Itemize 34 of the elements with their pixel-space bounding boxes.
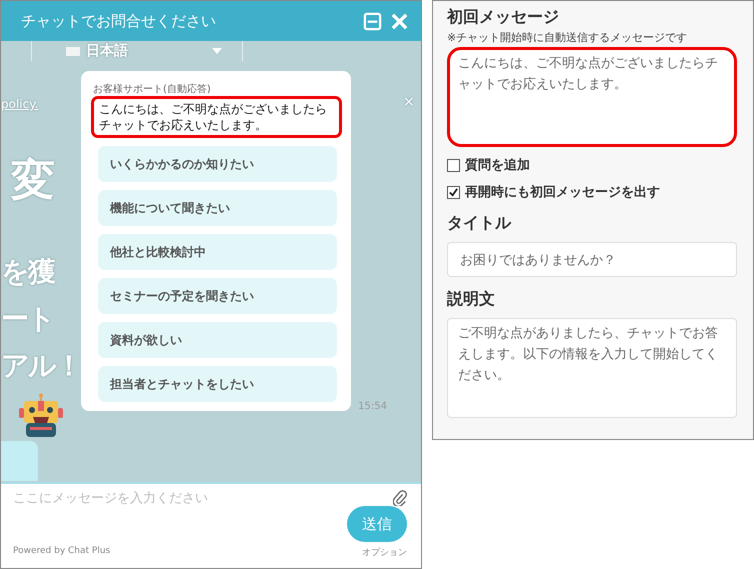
flag-icon xyxy=(66,46,80,56)
robot-icon xyxy=(17,393,65,439)
message-textarea[interactable]: こんにちは、ご不明な点がございましたらチャットでお応えいたします。 xyxy=(447,47,737,147)
powered-by-text: Powered by Chat Plus xyxy=(13,546,110,558)
section-heading: 説明文 xyxy=(447,289,496,310)
sender-name: お客様サポート(自動応答) xyxy=(93,82,212,96)
description-textarea[interactable]: ご不明な点がありましたら、チャットでお答えします。以下の情報を入力して開始してください。 xyxy=(447,318,737,418)
checkbox[interactable] xyxy=(447,186,460,198)
close-icon[interactable] xyxy=(390,12,409,30)
option-button[interactable]: 担当者とチャットをしたい xyxy=(98,366,337,402)
background-text: ート xyxy=(1,301,54,337)
checkbox-label: 質問を追加 xyxy=(465,156,530,174)
background-block xyxy=(1,441,38,481)
paperclip-icon[interactable] xyxy=(393,490,407,506)
section-heading: 初回メッセージ xyxy=(447,7,560,28)
chat-title: チャットでお問合せください xyxy=(21,12,217,30)
option-button[interactable]: 他社と比較検討中 xyxy=(98,234,337,270)
option-button[interactable]: いくらかかるのか知りたい xyxy=(98,146,337,182)
background-text: を獲 xyxy=(1,254,54,290)
option-button[interactable]: 機能について聞きたい xyxy=(98,190,337,226)
checkbox[interactable] xyxy=(447,158,460,172)
option-button[interactable]: 資料が欲しい xyxy=(98,322,337,358)
checkbox-label: 再開時にも初回メッセージを出す xyxy=(465,184,660,201)
background-headline: 変 xyxy=(11,154,55,208)
caret-icon xyxy=(212,48,222,54)
background-text: アル！ xyxy=(1,348,81,384)
option-button[interactable]: セミナーの予定を聞きたい xyxy=(98,278,337,314)
minimize-icon[interactable] xyxy=(363,12,382,30)
options-link[interactable]: オプション xyxy=(362,546,407,559)
section-heading: タイトル xyxy=(447,213,512,234)
note-text: ※チャット開始時に自動送信するメッセージです xyxy=(447,30,688,45)
message-time: 15:54 xyxy=(358,401,387,412)
title-field[interactable]: お困りではありませんか？ xyxy=(447,242,737,277)
bot-message: こんにちは、ご不明な点がございましたらチャットでお応えいたします。 xyxy=(91,96,342,138)
